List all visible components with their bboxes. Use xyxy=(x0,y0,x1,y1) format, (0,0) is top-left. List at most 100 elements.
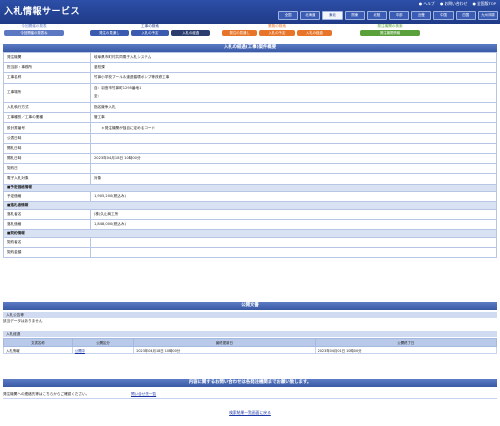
field-label: 契約日 xyxy=(3,163,91,175)
back-to-results-link[interactable]: 検索結果一覧画面に戻る xyxy=(229,410,271,415)
field-label: 開札日時 xyxy=(3,152,91,165)
nav-group-label: 発注機関の検索 xyxy=(377,24,403,28)
field-label: 工事種別／工事の業種 xyxy=(3,112,91,124)
search-nav: 今回開催の発表 今回開催の発表ね 工事の検索 発注の見通し 入札の予定 入札の経過 … xyxy=(0,24,500,37)
field-value: 1,905,200(税込み) xyxy=(90,191,497,203)
top-links: ● ヘルプ ● お問い合わせ ● 全国版TOP xyxy=(415,1,496,7)
region-tab[interactable]: 全国 xyxy=(278,11,299,20)
region-tab[interactable]: 北陸 xyxy=(366,11,388,20)
nav-button[interactable]: 入札の経過 xyxy=(171,30,211,36)
region-tab[interactable]: 中国 xyxy=(433,11,454,20)
table-row: 入札情報 公開中 2023年04月18日 10時00分 2023年04月01日 … xyxy=(3,346,498,354)
field-value-text-2: 至： xyxy=(94,94,102,99)
region-tab[interactable]: 九州沖縄 xyxy=(477,11,499,20)
field-value xyxy=(90,142,497,155)
field-label: 契約者名 xyxy=(3,236,91,248)
col-updated: 最終更新日 xyxy=(133,338,316,347)
field-value xyxy=(90,163,497,175)
field-value-text: (株)久山商工所 xyxy=(94,211,119,216)
nav-button[interactable]: 発注の見通し xyxy=(222,30,258,36)
field-value: 竹鼻小学校プール＆濾過循環ポンプ等改修工事 xyxy=(90,72,497,84)
table-row: 落札者名 (株)久山商工所 xyxy=(3,208,497,220)
field-label: 電子入札対象 xyxy=(3,173,91,185)
national-top-link[interactable]: ● 全国版TOP xyxy=(472,1,496,6)
field-label: 落札者名 xyxy=(3,208,91,220)
field-value-text: 2023年04月18日 10時00分 xyxy=(94,156,141,161)
doc-status-link[interactable]: 公開中 xyxy=(71,346,135,354)
nav-group-services: 業務の検索 発注の見通し 入札の予定 入札の経過 xyxy=(222,24,332,37)
field-value: 1,848,000(税込み) xyxy=(90,218,497,231)
nav-button[interactable]: 発注の見通し xyxy=(90,30,129,36)
field-label: 公表日時 xyxy=(3,132,91,144)
notice-label: 入札公告等 xyxy=(3,312,497,318)
nav-button[interactable]: 入札の予定 xyxy=(130,30,170,36)
nav-button[interactable]: 発注機関情報 xyxy=(360,30,420,36)
region-tab[interactable]: 関東 xyxy=(344,11,365,20)
field-value: 2023年04月18日 10時00分 xyxy=(90,152,497,165)
field-label: 工事名称 xyxy=(3,72,91,84)
contact-list-link[interactable]: 問い合せ先一覧 xyxy=(131,390,156,398)
table-row: 発注機関 岐阜県市町村共同電子入札システム xyxy=(3,51,497,64)
region-tab[interactable]: 北海道 xyxy=(300,11,321,20)
field-value-text: 1,848,000(税込み) xyxy=(94,222,126,227)
field-value xyxy=(90,236,497,248)
table-row: 契約日 xyxy=(3,163,497,175)
table-row: 設計書番号 ＊発注機関が独自に定めるコード xyxy=(3,122,497,134)
field-value-text: 自：羽島市竹鼻町1295番地1 xyxy=(94,86,142,91)
results-header-row: 文書名称 公開区分 最終更新日 公開終了日 xyxy=(3,338,498,347)
header-bar: 入札情報サービス ● ヘルプ ● お問い合わせ ● 全国版TOP 全国 北海道 東北… xyxy=(0,0,500,24)
table-row: 電子入札対象 対象 xyxy=(3,173,497,185)
field-value-text: 管工事 xyxy=(94,115,105,120)
contact-link[interactable]: ● お問い合わせ xyxy=(440,1,467,6)
results-label: 入札経過 xyxy=(3,331,497,337)
field-label: 工事場所 xyxy=(3,82,91,104)
field-value: 自：羽島市竹鼻町1295番地1 至： xyxy=(90,82,497,104)
col-doc-name: 文書名称 xyxy=(3,338,73,347)
table-row: 工事名称 竹鼻小学校プール＆濾過循環ポンプ等改修工事 xyxy=(3,72,497,84)
field-value-text: 1,905,200(税込み) xyxy=(94,194,126,199)
region-tab[interactable]: 東北 xyxy=(322,11,343,20)
field-label: 設計書番号 xyxy=(3,122,91,134)
nav-group-label: 今回開催の発表 xyxy=(21,24,47,28)
table-row: 担当部・事務所 釜校課 xyxy=(3,62,497,74)
nav-button[interactable]: 入札の経過 xyxy=(296,30,332,36)
region-tab[interactable]: 四国 xyxy=(455,11,476,20)
field-label: 発注機関 xyxy=(3,51,91,64)
inquiry-title: 内容に関するお問い合わせは各発注機関までお願い致します。 xyxy=(3,379,497,387)
table-row: 公表日時 xyxy=(3,132,497,144)
nav-button[interactable]: 今回開催の発表ね xyxy=(4,30,64,36)
doc-updated: 2023年04月18日 10時00分 xyxy=(133,346,316,354)
nav-group-announce: 今回開催の発表 今回開催の発表ね xyxy=(4,24,64,37)
status-link[interactable]: 公開中 xyxy=(75,349,85,353)
field-label: 入札執行方式 xyxy=(3,102,91,114)
nav-button[interactable]: 入札の予定 xyxy=(259,30,295,36)
table-row: 予定価格 1,905,200(税込み) xyxy=(3,191,497,203)
nav-group-label: 工事の検索 xyxy=(141,24,159,28)
table-row: 入札執行方式 指名競争入札 xyxy=(3,102,497,114)
table-row: ■落札者情報 xyxy=(3,201,497,210)
field-label: 契約金額 xyxy=(3,246,91,259)
field-value-text: 対象 xyxy=(94,176,102,181)
results-table: 文書名称 公開区分 最終更新日 公開終了日 入札情報 公開中 2023年04月1… xyxy=(3,338,498,354)
field-label: 担当部・事務所 xyxy=(3,62,91,74)
field-value xyxy=(90,246,497,259)
field-label: 落札価格 xyxy=(3,218,91,231)
nav-group-construction: 工事の検索 発注の見通し 入札の予定 入札の経過 xyxy=(90,24,211,37)
field-value: ＊発注機関が独自に定めるコード xyxy=(90,122,497,134)
field-value-text: 指名競争入札 xyxy=(94,105,116,110)
region-tab[interactable]: 近畿 xyxy=(411,11,432,20)
nav-group-label: 業務の検索 xyxy=(268,24,286,28)
field-value-text: 竹鼻小学校プール＆濾過循環ポンプ等改修工事 xyxy=(94,75,170,80)
field-value-text: 釜校課 xyxy=(94,65,105,70)
region-tabs: 全国 北海道 東北 関東 北陸 中部 近畿 中国 四国 九州沖縄 xyxy=(278,11,499,20)
table-row: 落札価格 1,848,000(税込み) xyxy=(3,218,497,231)
doc-end: 2023年04月01日 10時00分 xyxy=(314,346,498,354)
section-header: ■落札者情報 xyxy=(3,201,497,210)
field-label: 開札日時 xyxy=(3,142,91,155)
case-summary-table: 発注機関 岐阜県市町村共同電子入札システム 担当部・事務所 釜校課 工事名称 竹鼻小学校プ… xyxy=(3,51,497,259)
section-header: ■契約情報 xyxy=(3,229,497,238)
public-docs-title: 公開文書 xyxy=(3,302,497,310)
help-link[interactable]: ● ヘルプ xyxy=(419,1,435,6)
nav-group-agency: 発注機関の検索 発注機関情報 xyxy=(360,24,420,37)
region-tab[interactable]: 中部 xyxy=(389,11,410,20)
